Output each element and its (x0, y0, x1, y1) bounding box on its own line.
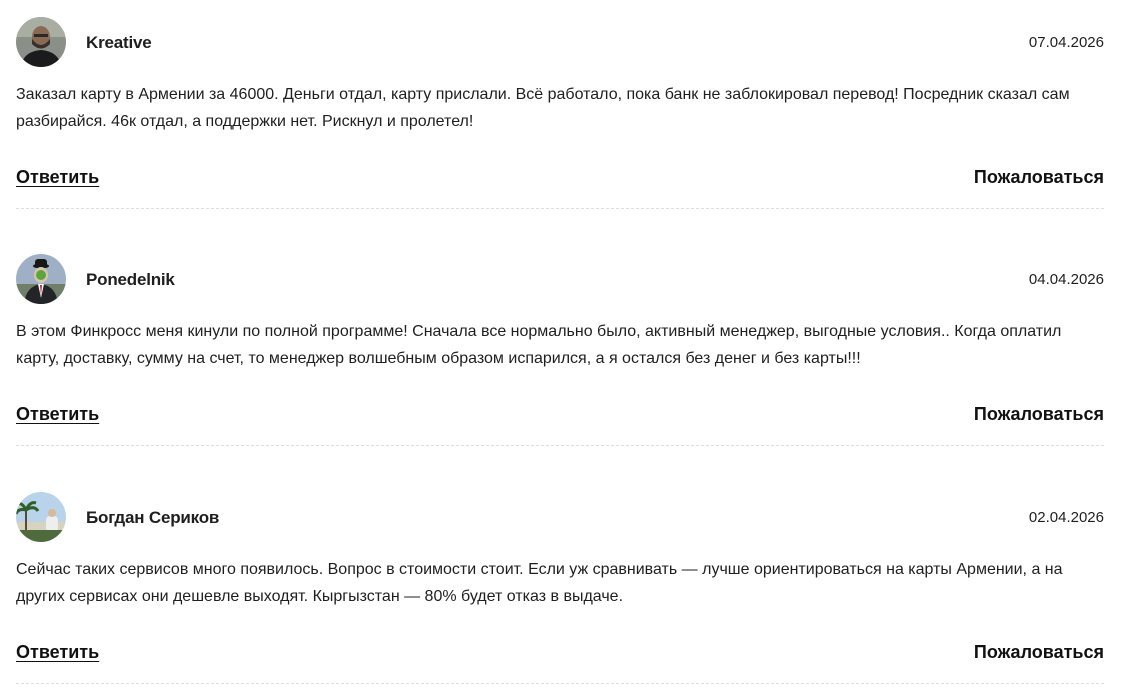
report-link[interactable]: Пожаловаться (974, 167, 1104, 188)
comment-text: Заказал карту в Армении за 46000. Деньги… (16, 86, 1070, 130)
user-photo-man-icon (16, 17, 66, 67)
comment-date: 07.04.2026 (1028, 34, 1104, 51)
comment-date: 04.04.2026 (1028, 271, 1104, 288)
comment-date: 02.04.2026 (1028, 509, 1104, 526)
comment-author: Kreative (86, 33, 152, 52)
comment-author: Богдан Сериков (86, 508, 220, 527)
avatar (16, 254, 66, 304)
comment-divider (16, 445, 1104, 446)
bowler-hat-man-icon (16, 254, 66, 304)
comments-list: Kreative 07.04.2026 Заказал карту в Арме… (0, 0, 1123, 689)
avatar (16, 492, 66, 542)
comment-item: Богдан Сериков 02.04.2026 Сейчас таких с… (16, 475, 1104, 685)
comment-divider (16, 683, 1104, 684)
reply-link[interactable]: Ответить (16, 642, 99, 663)
avatar (16, 17, 66, 67)
report-link[interactable]: Пожаловаться (974, 642, 1104, 663)
reply-link[interactable]: Ответить (16, 404, 99, 425)
comment-text: В этом Финкросс меня кинули по полной пр… (16, 323, 1062, 367)
comment-divider (16, 208, 1104, 209)
reply-link[interactable]: Ответить (16, 167, 99, 188)
comment-text: Сейчас таких сервисов много появилось. В… (16, 561, 1063, 605)
comment-author: Ponedelnik (86, 270, 175, 289)
comment-item: Kreative 07.04.2026 Заказал карту в Арме… (16, 0, 1104, 210)
comment-item: Ponedelnik 04.04.2026 В этом Финкросс ме… (16, 237, 1104, 447)
report-link[interactable]: Пожаловаться (974, 404, 1104, 425)
palm-beach-icon (16, 492, 66, 542)
